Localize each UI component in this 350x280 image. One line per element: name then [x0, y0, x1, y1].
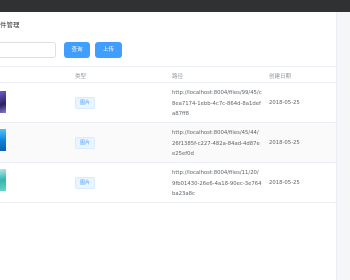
file-thumbnail[interactable]	[0, 91, 6, 113]
top-navigation-bar	[0, 0, 350, 12]
table-row[interactable]: 图片 http://localhost:8004/files/99/45/c8e…	[0, 83, 336, 123]
created-date: 2018-05-25	[269, 180, 300, 186]
file-path: http://localhost:8004/files/99/45/c8ea71…	[172, 90, 262, 117]
table-header: 类型 路径 创建日期	[0, 66, 336, 83]
header-type: 类型	[75, 74, 87, 80]
table-row[interactable]: 图片 http://localhost:8004/files/11/20/9fb…	[0, 163, 336, 203]
type-tag: 图片	[75, 177, 95, 189]
search-input[interactable]	[0, 42, 56, 58]
file-thumbnail[interactable]	[0, 129, 6, 151]
upload-button[interactable]: 上传	[95, 42, 122, 58]
created-date: 2018-05-25	[269, 100, 300, 106]
table-row[interactable]: 图片 http://localhost:8004/files/45/44/26f…	[0, 123, 336, 163]
header-created: 创建日期	[269, 74, 292, 80]
header-path: 路径	[172, 74, 184, 80]
type-tag: 图片	[75, 137, 95, 149]
created-date: 2018-05-25	[269, 140, 300, 146]
search-button[interactable]: 查询	[64, 42, 90, 58]
type-tag: 图片	[75, 97, 95, 109]
page-title: 件管理	[0, 21, 20, 29]
file-thumbnail[interactable]	[0, 169, 6, 191]
file-path: http://localhost:8004/files/11/20/9fb014…	[172, 170, 262, 197]
scrollbar-gutter[interactable]	[336, 12, 350, 280]
file-path: http://localhost:8004/files/45/44/26f138…	[172, 130, 260, 157]
